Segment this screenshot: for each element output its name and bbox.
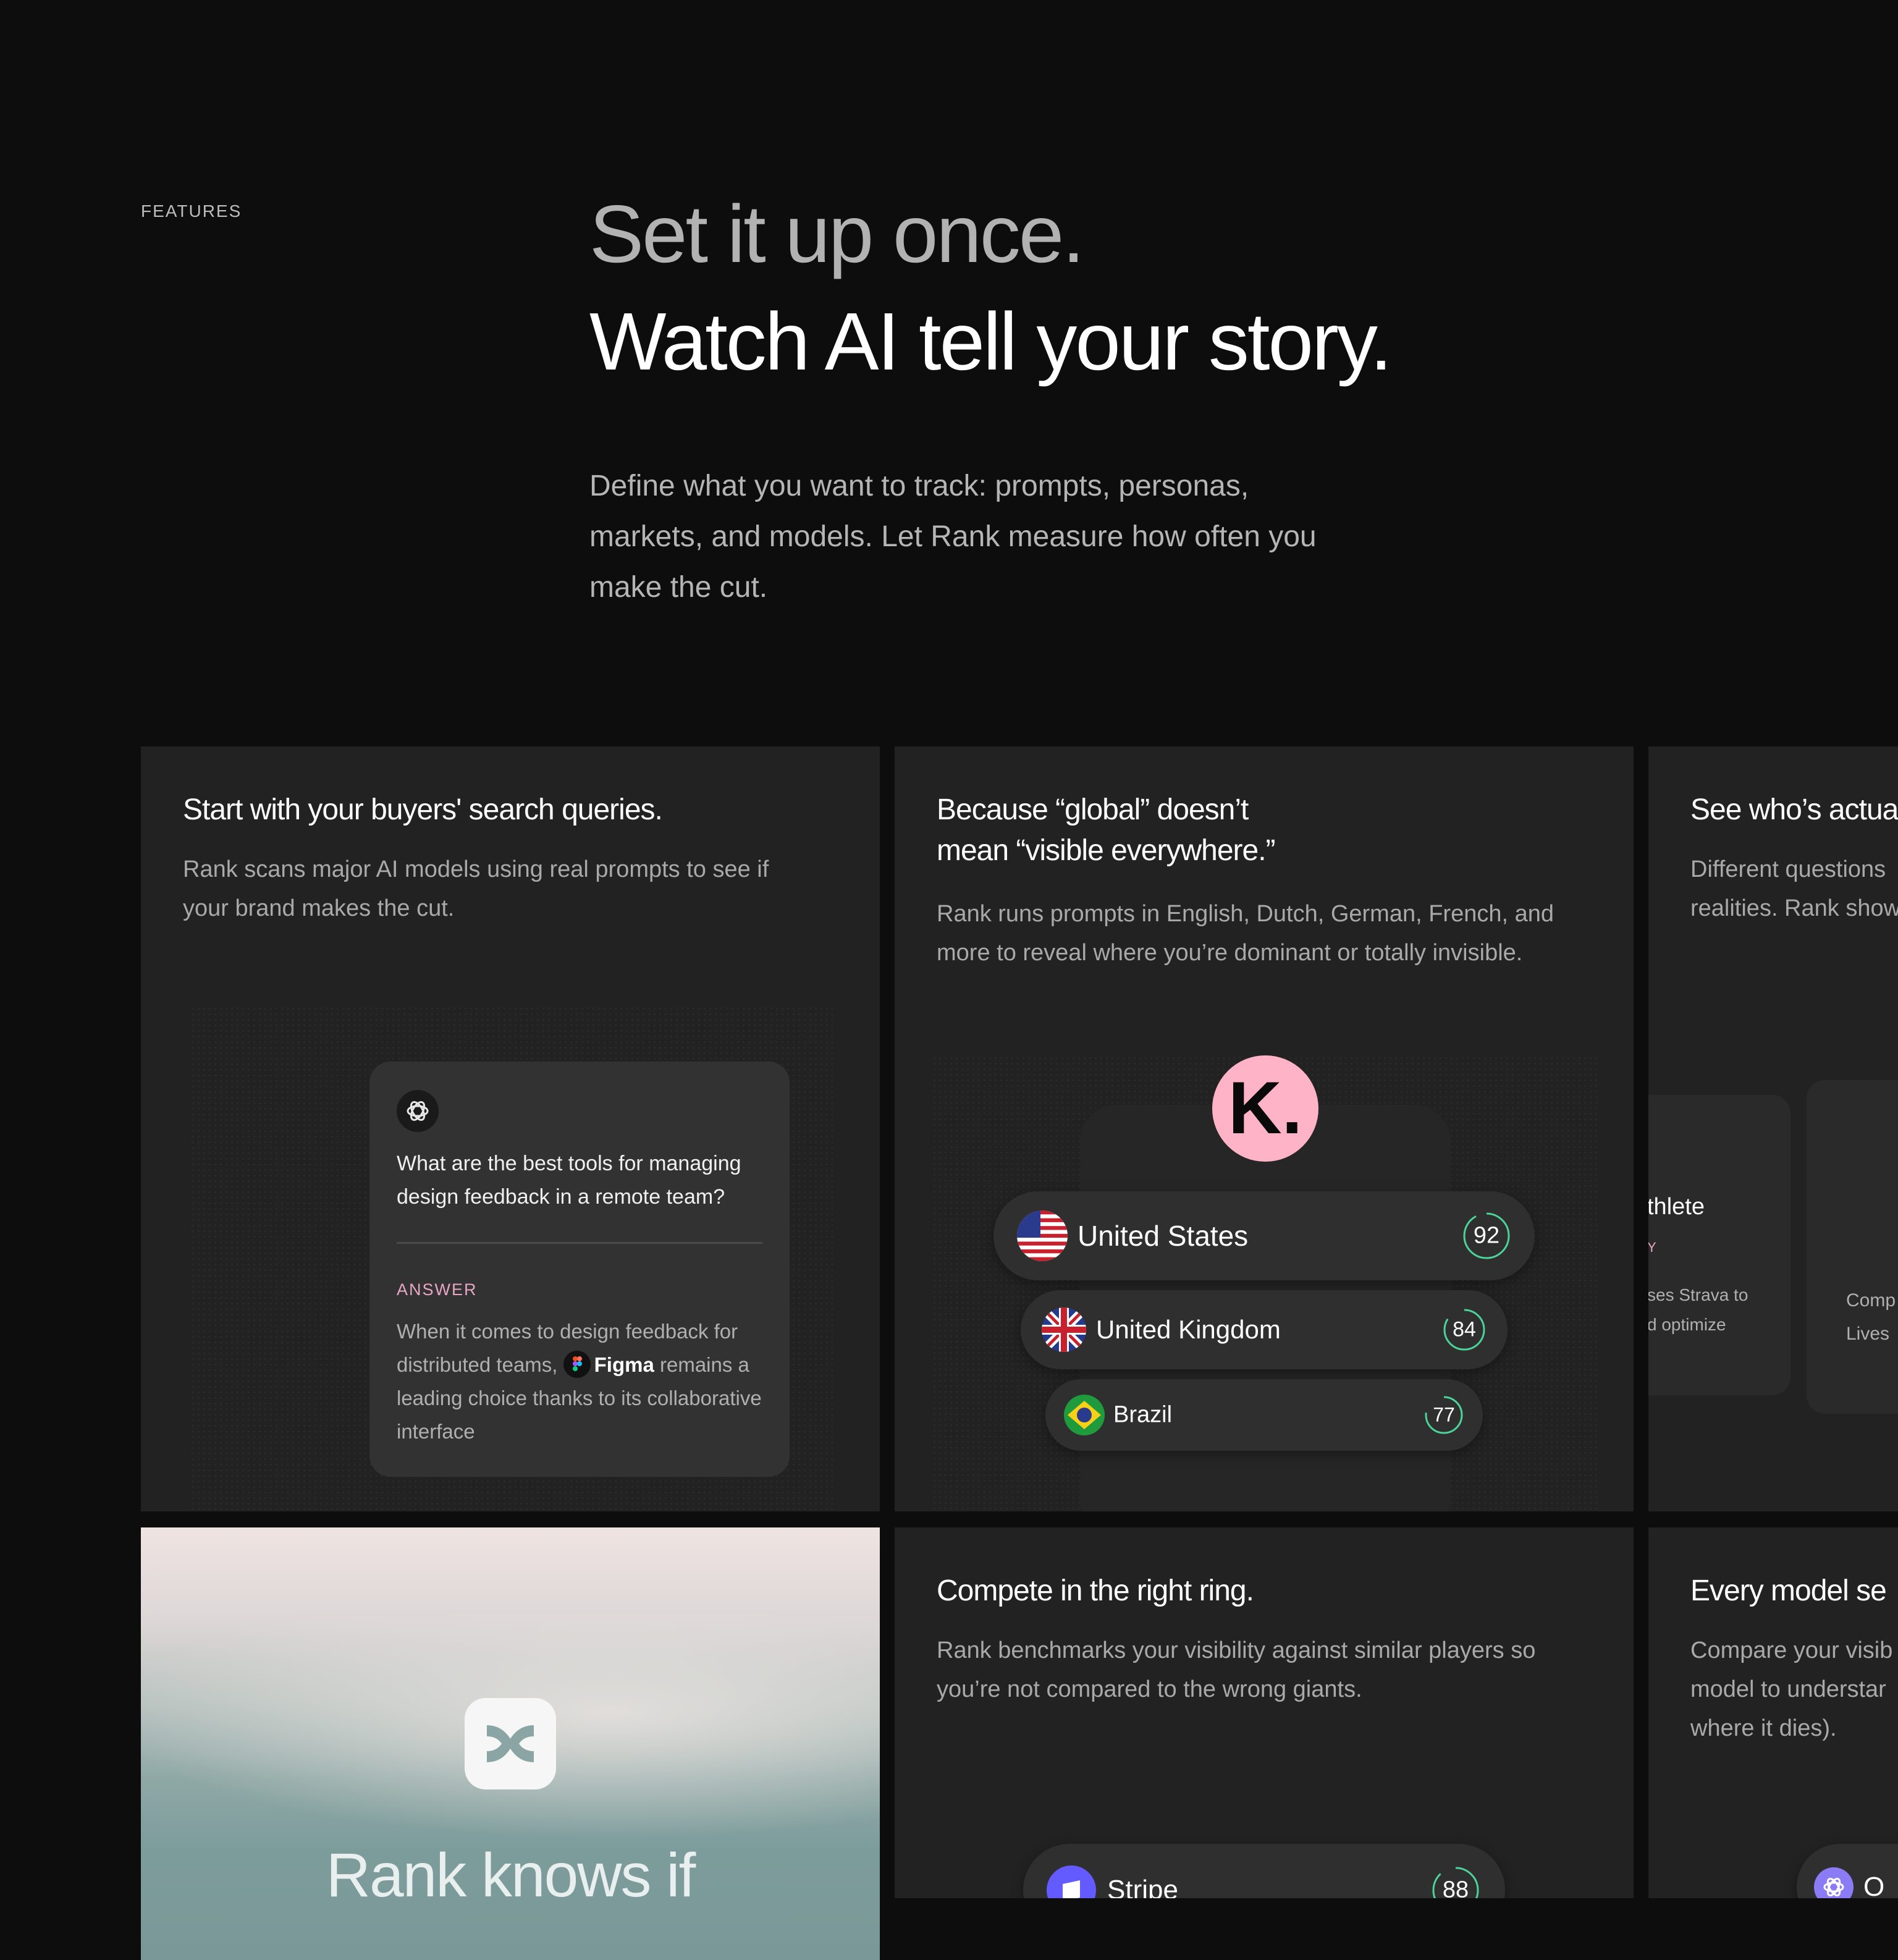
country-row-united-states[interactable]: United States 92 [993,1191,1535,1280]
score-ring: 88 [1431,1865,1480,1898]
persona-card[interactable]: thlete Y ses Strava to d optimize [1648,1095,1790,1395]
card-description-line-2: realities. Rank show [1690,895,1898,921]
country-name: United Kingdom [1096,1315,1281,1344]
score-value: 88 [1442,1877,1469,1899]
score-ring: 84 [1442,1307,1487,1352]
image-headline: Rank knows if [326,1841,696,1910]
card-description: Rank runs prompts in English, Dutch, Ger… [937,901,1554,966]
card-description: Rank benchmarks your visibility against … [937,1637,1536,1702]
chat-widget: What are the best tools for managing des… [369,1062,790,1477]
us-flag-icon [1017,1210,1068,1261]
competitor-name: Stripe [1107,1875,1178,1898]
country-name: Brazil [1113,1401,1173,1428]
persona-text-line-2: Lives [1846,1324,1890,1344]
answer-label: ANSWER [397,1280,478,1299]
persona-text-line-1: Comp [1846,1290,1896,1311]
card-compete: Compete in the right ring. Rank benchmar… [895,1527,1634,1898]
card-search-queries: Start with your buyers' search queries. … [141,746,880,1511]
stripe-logo-icon [1047,1865,1096,1898]
card-title-line-1: Because “global” doesn’t [937,793,1249,826]
brazil-flag-icon [1064,1395,1105,1435]
model-name: O [1863,1872,1885,1898]
card-models: Every model se Compare your visib model … [1648,1527,1898,1898]
openai-icon [397,1090,439,1132]
card-title: See who’s actua [1690,793,1898,826]
headline-line-1: Set it up once. [589,188,1085,279]
card-personas: See who’s actua Different questions real… [1648,746,1898,1511]
card-title: Every model se [1690,1574,1887,1607]
klarna-logo: K. [1212,1055,1318,1162]
persona-text-line-1: ses Strava to [1648,1285,1748,1304]
model-pill-openai[interactable]: O [1797,1844,1898,1898]
score-ring: 77 [1424,1395,1464,1435]
card-brand-image: Rank knows if [141,1527,880,1960]
score-value: 84 [1453,1317,1476,1341]
card-description-line-1: Different questions [1690,856,1886,882]
chat-divider [397,1242,762,1244]
card-title: Compete in the right ring. [937,1574,1254,1607]
country-row-brazil[interactable]: Brazil 77 [1045,1379,1483,1451]
card-description-line-1: Compare your visib [1690,1637,1893,1663]
rank-logo-icon [465,1698,556,1789]
card-description-line-2: model to understar [1690,1676,1886,1702]
openai-icon [1814,1867,1854,1898]
card-title: Start with your buyers' search queries. [183,793,663,826]
persona-tag: Y [1648,1240,1656,1255]
persona-text-line-2: d optimize [1648,1315,1726,1334]
competitor-row-stripe[interactable]: Stripe 88 [1023,1844,1505,1898]
brand-mark: K. [1228,1067,1302,1149]
score-value: 92 [1473,1222,1500,1249]
card-description: Rank scans major AI models using real pr… [183,856,769,921]
section-lede: Define what you want to track: prompts, … [589,470,1317,604]
card-global-visibility: Because “global” doesn’t mean “visible e… [895,746,1634,1511]
headline-line-2: Watch AI tell your story. [589,296,1393,387]
chat-question: What are the best tools for managing des… [397,1152,741,1209]
figma-icon [563,1351,591,1379]
chat-answer: When it comes to design feedback for dis… [397,1315,780,1448]
card-description-line-3: where it dies). [1690,1715,1837,1741]
section-eyebrow: FEATURES [141,201,242,221]
uk-flag-icon [1042,1307,1086,1352]
answer-brand: Figma [594,1353,654,1376]
persona-card[interactable]: Comp Lives [1807,1080,1898,1414]
persona-title: thlete [1648,1194,1705,1220]
card-title-line-2: mean “visible everywhere.” [937,834,1276,867]
score-value: 77 [1433,1403,1455,1426]
score-ring: 92 [1462,1211,1511,1261]
country-name: United States [1078,1220,1249,1252]
country-row-united-kingdom[interactable]: United Kingdom 84 [1021,1290,1508,1369]
